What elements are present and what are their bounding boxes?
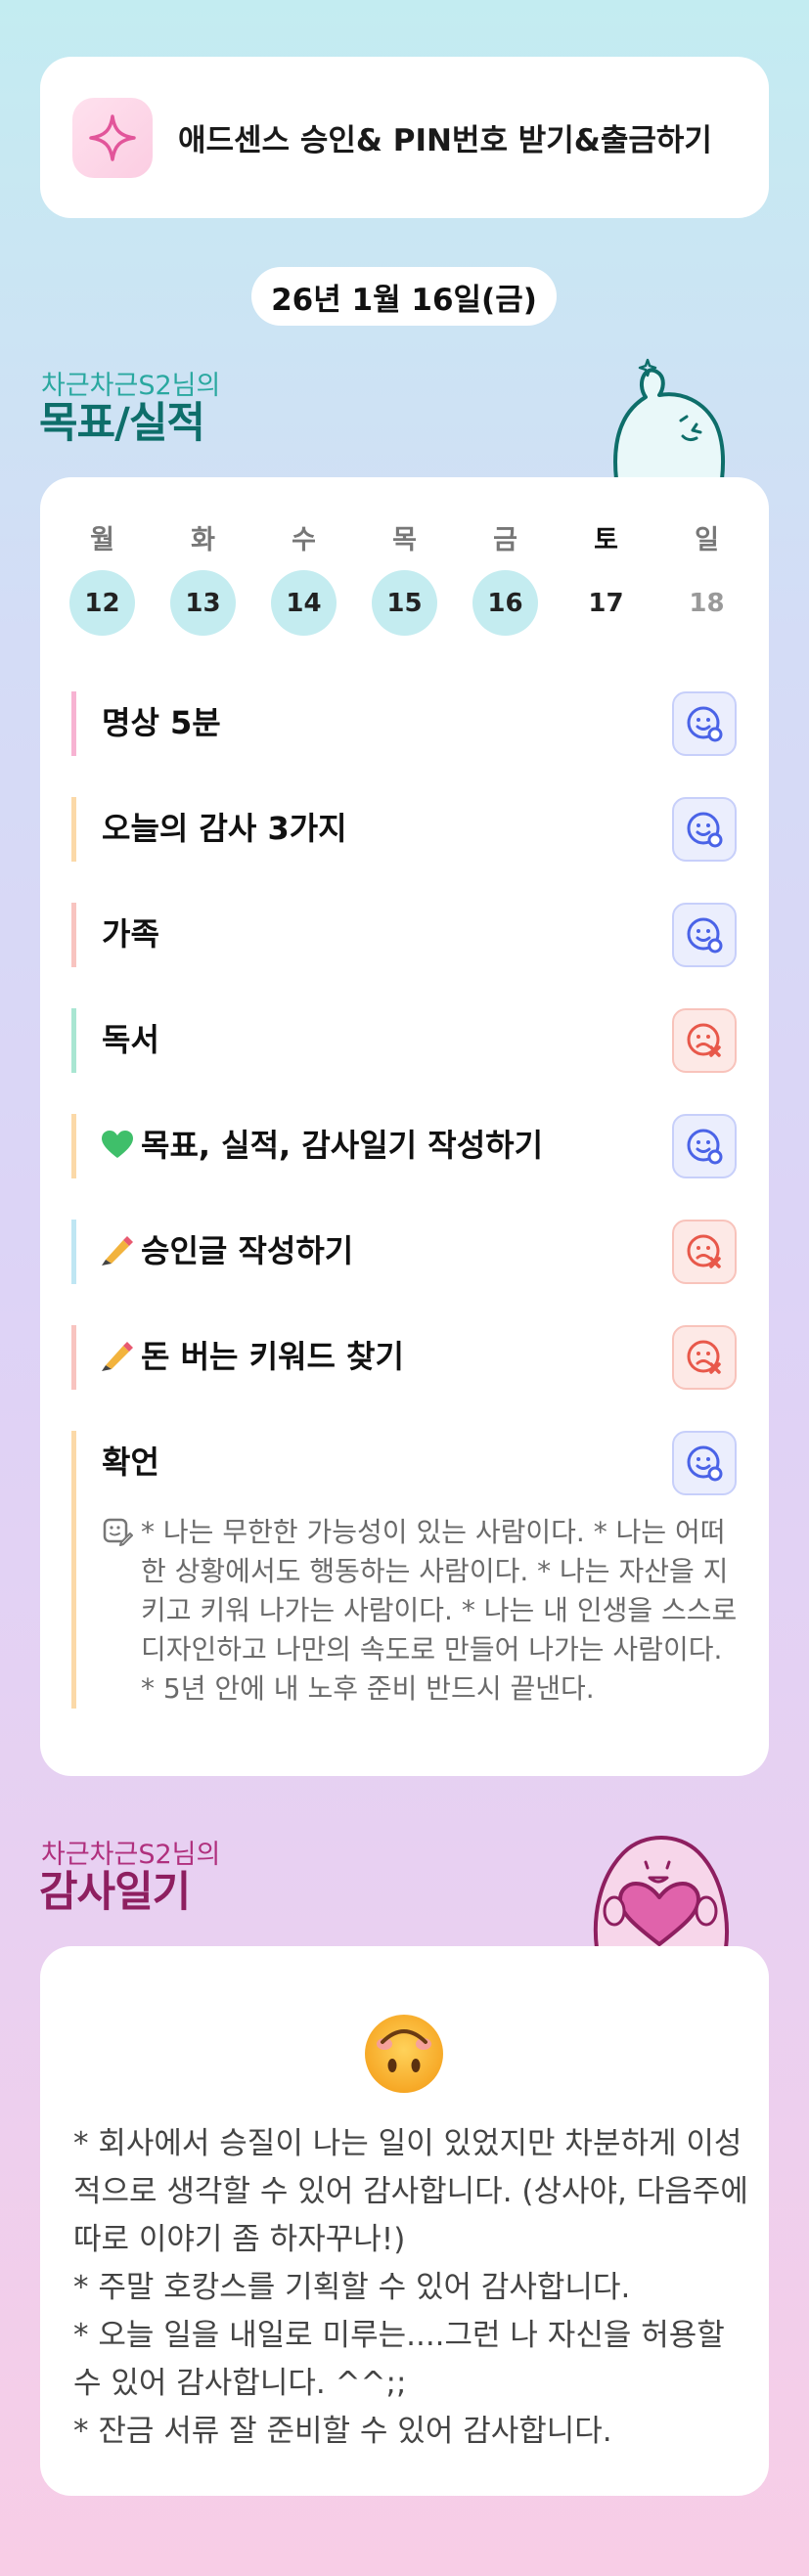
upside-down-face-icon	[365, 2015, 443, 2093]
goal-title-text: 목표, 실적, 감사일기 작성하기	[141, 1127, 544, 1164]
goal-item: 독서	[71, 1008, 737, 1073]
goal-title-text: 돈 버는 키워드 찾기	[141, 1338, 404, 1375]
writing-hand-icon	[102, 1325, 137, 1388]
current-date: 26년 1월 16일(금)	[251, 267, 557, 326]
goal-title: 목표, 실적, 감사일기 작성하기	[102, 1114, 543, 1177]
goal-item: 명상 5분	[71, 691, 737, 756]
goal-item: 목표, 실적, 감사일기 작성하기	[71, 1114, 737, 1178]
smile-check-icon[interactable]	[672, 1114, 737, 1178]
day-date[interactable]: 15	[372, 570, 437, 636]
goal-title: 돈 버는 키워드 찾기	[102, 1325, 404, 1388]
memo-edit-icon	[103, 1518, 133, 1546]
smile-check-icon[interactable]	[672, 691, 737, 756]
day-tue[interactable]: 화 13	[170, 521, 236, 636]
day-date[interactable]: 13	[170, 570, 236, 636]
day-date[interactable]: 18	[674, 570, 740, 636]
goal-item: 승인글 작성하기	[71, 1220, 737, 1284]
writing-hand-icon	[102, 1220, 137, 1282]
goals-card: 월 12 화 13 수 14 목 15 금 16 토 17 일 18 명상 5분	[40, 477, 769, 1776]
goal-title: 독서	[102, 1021, 159, 1058]
day-sun[interactable]: 일 18	[674, 521, 740, 636]
green-heart-icon	[102, 1114, 137, 1177]
goal-item: 확언 * 나는 무한한 가능성이 있는 사람이다. * 나는 어떠한 상황에서도…	[71, 1431, 737, 1709]
gratitude-text: * 회사에서 승질이 나는 일이 있었지만 차분하게 이성적으로 생각할 수 있…	[73, 2126, 748, 2449]
day-of-week: 화	[191, 525, 215, 555]
day-of-week: 금	[493, 525, 517, 555]
day-of-week: 월	[90, 525, 114, 555]
smile-check-icon[interactable]	[672, 797, 737, 862]
smile-check-icon[interactable]	[672, 1431, 737, 1495]
goal-title: 확언	[102, 1443, 159, 1481]
week-calendar: 월 12 화 13 수 14 목 15 금 16 토 17 일 18	[69, 521, 740, 636]
goal-header-card[interactable]: 애드센스 승인& PIN번호 받기&출금하기	[40, 57, 769, 218]
day-of-week: 토	[594, 525, 618, 555]
goal-item: 가족	[71, 903, 737, 967]
sparkle-icon	[72, 97, 153, 178]
day-date[interactable]: 14	[271, 570, 337, 636]
day-date[interactable]: 12	[69, 570, 135, 636]
frown-x-icon[interactable]	[672, 1325, 737, 1390]
affirmation-text: * 나는 무한한 가능성이 있는 사람이다. * 나는 어떠한 상황에서도 행동…	[141, 1516, 738, 1705]
day-of-week: 수	[292, 525, 316, 555]
day-of-week: 목	[392, 525, 417, 555]
frown-x-icon[interactable]	[672, 1220, 737, 1284]
goal-title-text: 승인글 작성하기	[141, 1232, 354, 1269]
day-wed[interactable]: 수 14	[271, 521, 337, 636]
day-of-week: 일	[695, 525, 719, 555]
day-fri[interactable]: 금 16	[472, 521, 538, 636]
main-goal-title: 애드센스 승인& PIN번호 받기&출금하기	[178, 123, 712, 158]
gratitude-card: * 회사에서 승질이 나는 일이 있었지만 차분하게 이성적으로 생각할 수 있…	[40, 1946, 769, 2496]
goal-item: 오늘의 감사 3가지	[71, 797, 737, 862]
day-date[interactable]: 17	[573, 570, 639, 636]
day-date[interactable]: 16	[472, 570, 538, 636]
goal-title: 오늘의 감사 3가지	[102, 810, 347, 847]
day-thu[interactable]: 목 15	[372, 521, 437, 636]
goal-title: 가족	[102, 915, 159, 953]
mascot-heart-icon	[593, 1836, 729, 1948]
mascot-waving-icon	[613, 358, 726, 479]
smile-check-icon[interactable]	[672, 903, 737, 967]
gratitude-section-title: 감사일기	[39, 1868, 191, 1917]
frown-x-icon[interactable]	[672, 1008, 737, 1073]
goal-item: 돈 버는 키워드 찾기	[71, 1325, 737, 1390]
day-sat[interactable]: 토 17	[573, 521, 639, 636]
goals-section-title: 목표/실적	[39, 399, 205, 448]
affirmation-memo: * 나는 무한한 가능성이 있는 사람이다. * 나는 어떠한 상황에서도 행동…	[102, 1513, 738, 1709]
goal-title: 명상 5분	[102, 704, 221, 741]
day-mon[interactable]: 월 12	[69, 521, 135, 636]
goal-title: 승인글 작성하기	[102, 1220, 353, 1282]
